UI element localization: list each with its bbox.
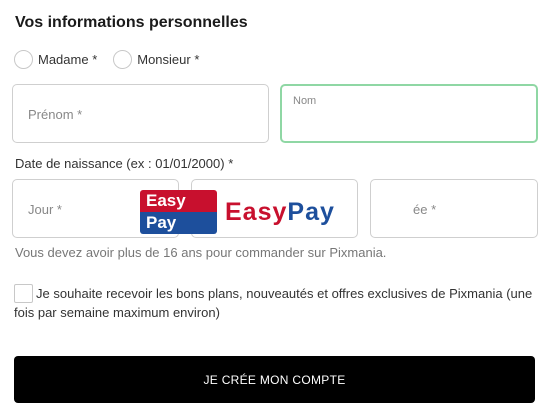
easypay-word-pay: Pay [287,197,335,226]
nom-floating-label: Nom [293,95,317,107]
radio-madame-circle[interactable] [14,50,33,69]
easypay-wordmark: EasyPay [225,197,335,226]
radio-monsieur-label: Monsieur * [137,52,200,67]
dob-year-field[interactable]: ée * [370,179,538,238]
radio-madame-label: Madame * [38,52,98,67]
radio-monsieur[interactable]: Monsieur * [113,50,199,69]
nom-field[interactable]: Nom [280,84,538,143]
radio-monsieur-circle[interactable] [113,50,133,69]
dob-year-placeholder: ée * [413,202,437,217]
easypay-word-easy: Easy [225,197,288,226]
dob-day-placeholder: Jour * [28,202,62,217]
create-account-button[interactable]: JE CRÉE MON COMPTE [14,356,535,403]
easypay-logo: Easy Pay [140,190,217,234]
age-note: Vous devez avoir plus de 16 ans pour com… [15,245,387,260]
easypay-overlay: Easy Pay EasyPay [140,190,335,234]
easypay-logo-bottom: Pay [140,212,217,234]
civility-radio-group: Madame * Monsieur * [14,50,215,69]
newsletter-checkbox[interactable] [14,284,33,303]
radio-madame[interactable]: Madame * [14,50,97,69]
section-title: Vos informations personnelles [15,14,248,31]
prenom-placeholder: Prénom * [28,107,83,122]
prenom-field[interactable]: Prénom * [12,84,269,143]
create-account-label: JE CRÉE MON COMPTE [203,372,346,387]
newsletter-label: Je souhaite recevoir les bons plans, nou… [14,286,533,320]
newsletter-row: Je souhaite recevoir les bons plans, nou… [14,284,534,322]
dob-label: Date de naissance (ex : 01/01/2000) * [15,156,234,171]
easypay-logo-top: Easy [140,190,217,212]
